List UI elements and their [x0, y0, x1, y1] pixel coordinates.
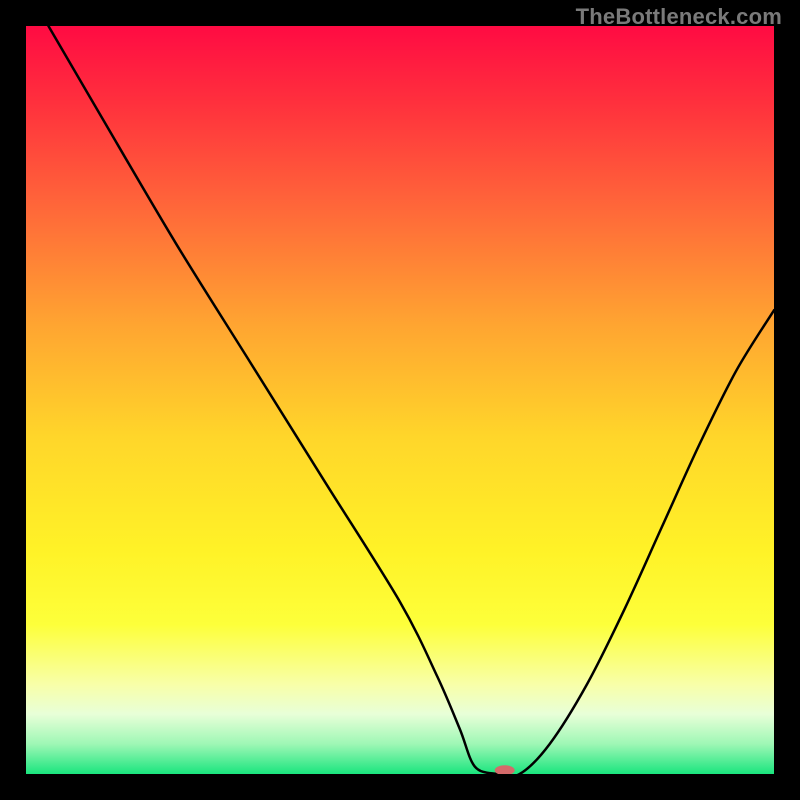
- bottleneck-chart: [26, 26, 774, 774]
- chart-frame: TheBottleneck.com: [0, 0, 800, 800]
- plot-area: [26, 26, 774, 774]
- gradient-background: [26, 26, 774, 774]
- watermark-text: TheBottleneck.com: [576, 4, 782, 30]
